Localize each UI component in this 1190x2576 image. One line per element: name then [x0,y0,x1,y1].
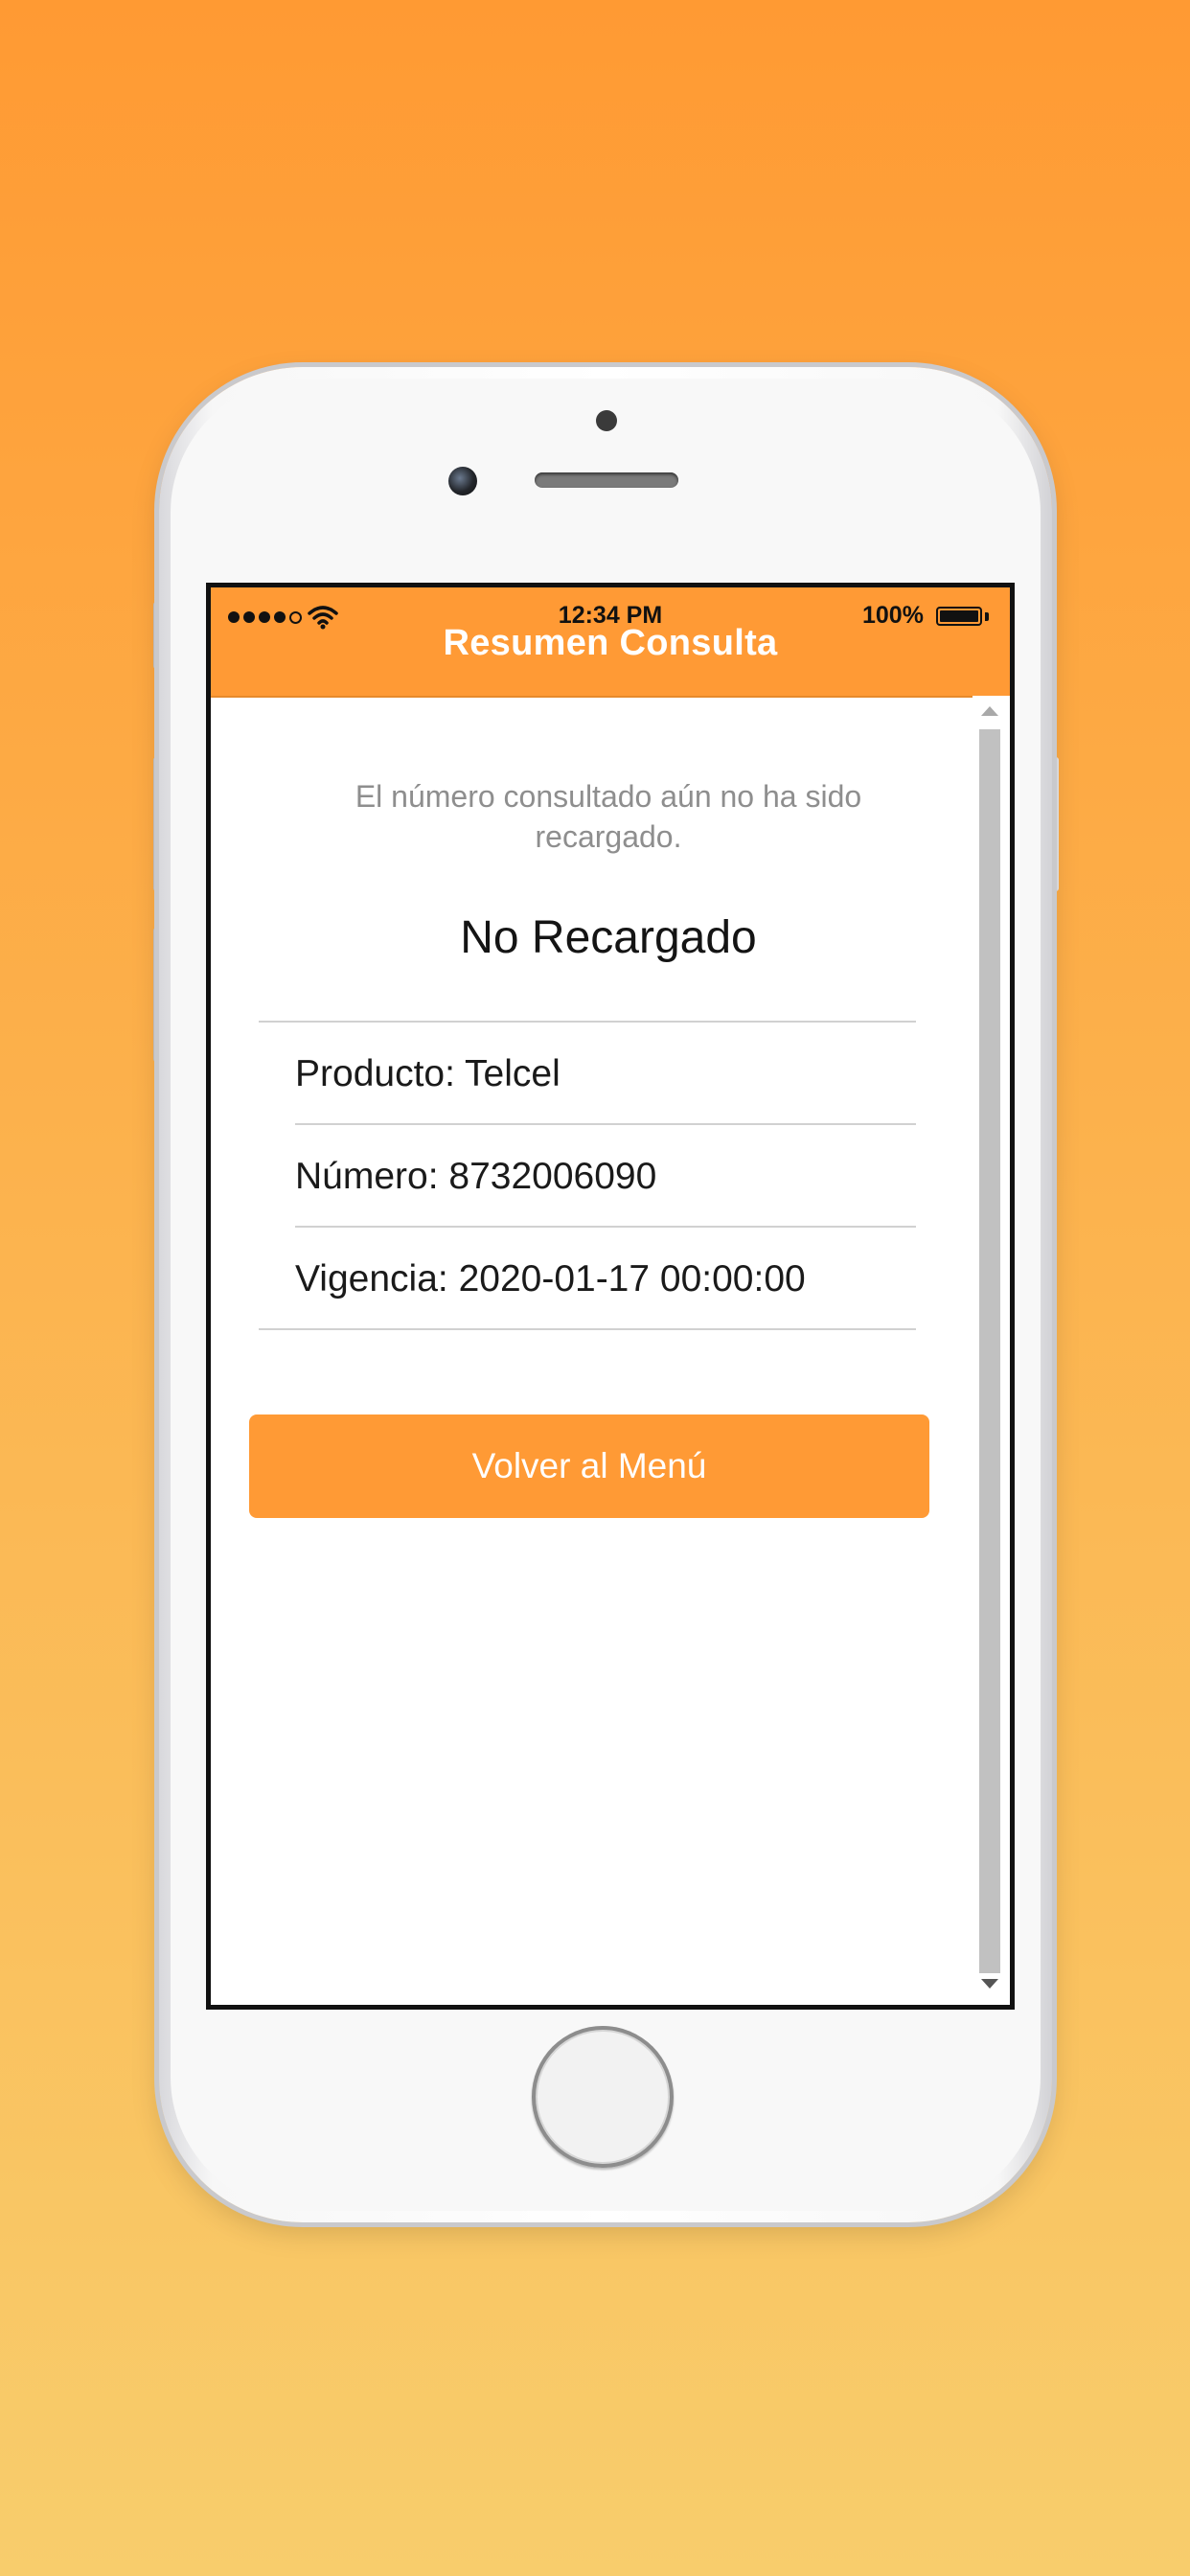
scroll-up-arrow-icon[interactable] [981,706,998,716]
front-camera-icon [448,467,477,495]
validity-detail: Vigencia: 2020-01-17 00:00:00 [295,1258,806,1300]
page-title: Resumen Consulta [443,623,778,663]
result-message: El número consultado aún no ha sido reca… [355,779,862,854]
scrollbar-thumb[interactable] [979,729,1000,1973]
navigation-bar: 12:34 PM 100% Resumen Consulta [211,587,1010,698]
divider [259,1021,916,1023]
number-detail: Número: 8732006090 [295,1156,657,1197]
product-detail: Producto: Telcel [295,1053,561,1094]
battery-tip [985,612,989,621]
recharge-status: No Recargado [460,912,757,963]
scroll-down-arrow-icon[interactable] [981,1979,998,1989]
divider [295,1123,916,1125]
earpiece-speaker [535,472,678,488]
home-button[interactable] [532,2026,674,2168]
divider [295,1226,916,1228]
app-screen: 12:34 PM 100% Resumen Consulta El número… [206,583,1015,2010]
power-button [1051,757,1059,891]
back-to-menu-button[interactable]: Volver al Menú [249,1414,929,1518]
divider [259,1328,916,1330]
proximity-sensor [596,410,617,431]
